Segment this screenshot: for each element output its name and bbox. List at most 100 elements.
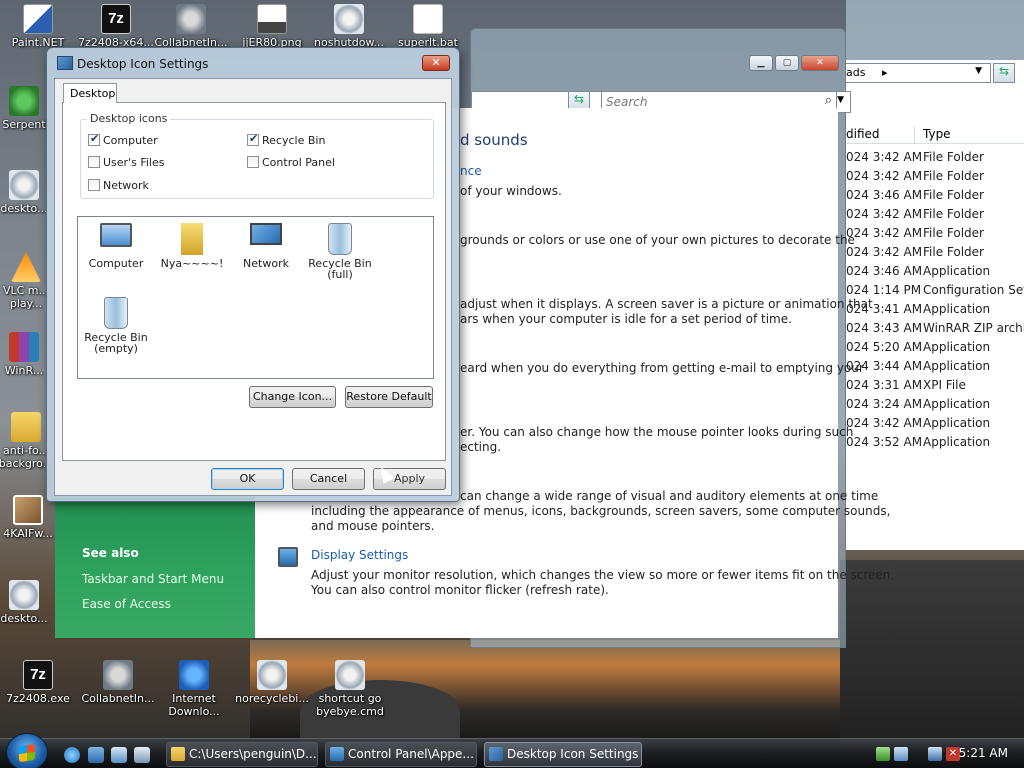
column-type[interactable]: Type (923, 127, 951, 141)
checkbox-unchecked-icon[interactable] (88, 156, 100, 168)
checkbox-checked-icon[interactable] (88, 132, 100, 146)
tray-network-icon[interactable] (876, 747, 890, 761)
cell-date-modified: 024 3:42 AM (846, 226, 923, 240)
tray-monitor-icon[interactable] (928, 747, 942, 761)
cell-type: File Folder (923, 245, 984, 259)
checkbox-unchecked-icon[interactable] (88, 179, 100, 191)
close-icon[interactable]: ✕ (801, 55, 839, 71)
taskbar-button-explorer[interactable]: C:\Users\penguin\D... (166, 742, 318, 767)
dialog-client: Desktop Desktop icons Computer Recycle B… (54, 78, 452, 496)
cell-date-modified: 024 3:52 AM (846, 435, 923, 449)
icon-list: Computer Nya~~~~! Network Recycle Bin (f… (77, 216, 434, 379)
dialog-title: Desktop Icon Settings (77, 57, 209, 71)
desktop-icon-internet-download[interactable]: Internet Downlo... (156, 660, 232, 718)
quick-launch-app-icon[interactable] (134, 747, 150, 763)
cell-date-modified: 024 1:14 PM (846, 283, 922, 297)
ok-button[interactable]: OK (211, 468, 284, 490)
checkbox-users-files[interactable]: User's Files (88, 156, 164, 169)
desktop-icon-collabnet-2[interactable]: CollabnetIn... (80, 660, 156, 705)
column-divider[interactable] (914, 126, 915, 144)
internet-explorer-icon[interactable] (64, 747, 80, 763)
link-personalize-appearance[interactable]: nce (460, 164, 482, 178)
cell-date-modified: 024 3:42 AM (846, 416, 923, 430)
table-row[interactable]: 024 3:44 AM Application (846, 359, 1024, 378)
cell-type: Application (923, 302, 991, 316)
desktop-icon-jjer80[interactable]: jjER80.png (234, 4, 310, 49)
desktop-icon-norecyclebin[interactable]: norecyclebi... (234, 660, 310, 705)
checkbox-unchecked-icon[interactable] (247, 156, 259, 168)
taskbar-button-desktop-icon-settings[interactable]: Desktop Icon Settings (484, 742, 642, 767)
table-row[interactable]: 024 3:46 AM File Folder (846, 188, 1024, 207)
desktop-icon-7z2408[interactable]: 7z 7z2408.exe (0, 660, 76, 705)
refresh-icon[interactable]: ⇆ (993, 63, 1015, 83)
change-icon-button[interactable]: Change Icon... (249, 386, 336, 408)
chevron-down-icon[interactable]: ▼ (975, 66, 982, 76)
checkbox-checked-icon[interactable] (247, 132, 259, 146)
search-icon[interactable]: ⌕ (825, 93, 832, 108)
section-text: ars when your computer is idle for a set… (460, 312, 792, 326)
taskbar: C:\Users\penguin\D... Control Panel\Appe… (0, 733, 1024, 768)
desktop-icon-7z-x64[interactable]: 7z 7z2408-x64... (78, 4, 154, 49)
table-row[interactable]: 024 3:42 AM File Folder (846, 207, 1024, 226)
desktop-icon-superlt[interactable]: superlt.bat (390, 4, 466, 49)
cell-date-modified: 024 3:43 AM (846, 321, 923, 335)
list-item-recycle-bin-empty[interactable]: Recycle Bin (empty) (80, 297, 152, 354)
list-item-user-files[interactable]: Nya~~~~! (156, 223, 228, 269)
checkbox-computer[interactable]: Computer (88, 132, 158, 147)
cell-type: Application (923, 416, 991, 430)
switch-windows-icon[interactable] (111, 747, 127, 763)
table-row[interactable]: 024 5:20 AM Application (846, 340, 1024, 359)
show-desktop-icon[interactable] (88, 747, 104, 763)
desktop-icon-desktop-2[interactable]: deskto... (0, 580, 62, 625)
table-row[interactable]: 024 3:42 AM File Folder (846, 169, 1024, 188)
cell-type: Application (923, 340, 991, 354)
close-icon[interactable]: ✕ (422, 55, 450, 71)
desktop-icon-shortcut-go[interactable]: shortcut go byebye.cmd (312, 660, 388, 718)
list-item-computer[interactable]: Computer (80, 223, 152, 269)
link-ease-of-access[interactable]: Ease of Access (82, 597, 171, 611)
tab-desktop[interactable]: Desktop (63, 83, 117, 103)
chevron-down-icon[interactable]: ▼ (837, 95, 844, 105)
desktop-icon-noshutdown[interactable]: noshutdow... (311, 4, 387, 49)
list-item-network[interactable]: Network (230, 223, 302, 269)
checkbox-control-panel[interactable]: Control Panel (247, 156, 335, 169)
table-row[interactable]: 024 3:42 AM File Folder (846, 245, 1024, 264)
table-row[interactable]: 024 3:42 AM Application (846, 416, 1024, 435)
group-label: Desktop icons (87, 112, 171, 125)
column-date-modified[interactable]: dified (846, 127, 880, 141)
cell-type: Application (923, 359, 991, 373)
restore-default-button[interactable]: Restore Default (345, 386, 433, 408)
table-row[interactable]: 024 3:24 AM Application (846, 397, 1024, 416)
desktop-icon-collabnet[interactable]: CollabnetIn... (153, 4, 229, 49)
cell-type: File Folder (923, 188, 984, 202)
section-text: ecting. (460, 440, 502, 454)
checkbox-network[interactable]: Network (88, 179, 149, 192)
system-tray: ✕ 5:21 AM (874, 739, 1024, 768)
start-button[interactable] (6, 733, 48, 768)
folder-icon (11, 412, 41, 442)
table-row[interactable]: 024 3:52 AM Application (846, 435, 1024, 454)
table-row[interactable]: 024 3:46 AM Application (846, 264, 1024, 283)
list-item-recycle-bin-full[interactable]: Recycle Bin (full) (304, 223, 376, 280)
explorer-address-bar[interactable]: ads ▸ ▼ (845, 63, 991, 83)
clock[interactable]: 5:21 AM (959, 746, 1008, 760)
table-row[interactable]: 024 3:42 AM File Folder (846, 226, 1024, 245)
link-display-settings[interactable]: Display Settings (311, 548, 408, 562)
cell-date-modified: 024 3:42 AM (846, 150, 923, 164)
link-taskbar-start-menu[interactable]: Taskbar and Start Menu (82, 572, 224, 586)
cancel-button[interactable]: Cancel (292, 468, 365, 490)
desktop-settings-icon (57, 56, 73, 70)
checkbox-recycle-bin[interactable]: Recycle Bin (247, 132, 325, 147)
table-row[interactable]: 024 3:31 AM XPI File (846, 378, 1024, 397)
tray-app-icon[interactable] (894, 747, 908, 761)
display-settings-icon[interactable] (278, 547, 298, 567)
table-row[interactable]: 024 3:43 AMWinRAR ZIP archive (846, 321, 1024, 340)
desktop-settings-icon (489, 747, 503, 761)
taskbar-button-control-panel[interactable]: Control Panel\Appe... (325, 742, 477, 767)
section-text: of your windows. (460, 184, 562, 198)
maximize-icon[interactable]: ▢ (775, 55, 799, 71)
table-row[interactable]: 024 3:42 AM File Folder (846, 150, 1024, 169)
desktop-icon-paint-net[interactable]: Paint.NET (0, 4, 76, 49)
minimize-icon[interactable]: ▁ (749, 55, 773, 71)
cell-type: File Folder (923, 207, 984, 221)
